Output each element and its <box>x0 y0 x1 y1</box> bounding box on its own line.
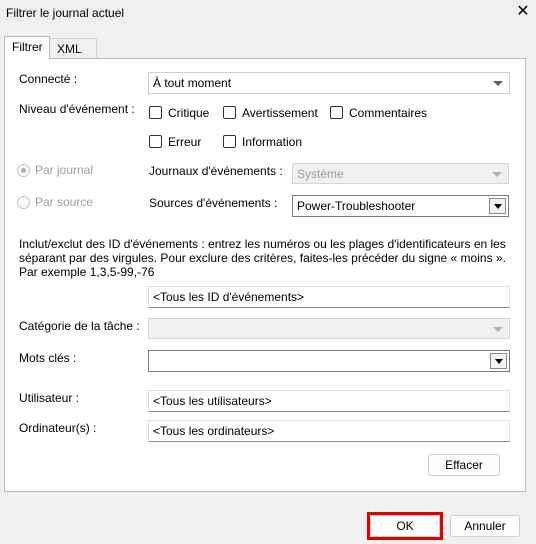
event-id-value: <Tous les ID d'événements> <box>153 290 305 304</box>
close-icon[interactable]: ✕ <box>515 4 531 20</box>
utilisateur-value: <Tous les utilisateurs> <box>153 394 272 408</box>
event-id-input[interactable]: <Tous les ID d'événements> <box>148 286 510 308</box>
annuler-button[interactable]: Annuler <box>450 515 520 537</box>
connecte-dropdown[interactable]: À tout moment <box>148 72 510 94</box>
commentaires-label: Commentaires <box>349 106 428 120</box>
ordinateur-value: <Tous les ordinateurs> <box>153 424 275 438</box>
ok-button-highlight <box>367 512 443 540</box>
chevron-down-icon <box>493 81 503 86</box>
avertissement-label: Avertissement <box>242 106 318 120</box>
critique-label: Critique <box>168 106 210 120</box>
categorie-label: Catégorie de la tâche : <box>19 319 140 333</box>
chevron-down-icon[interactable] <box>489 198 506 214</box>
utilisateur-input[interactable]: <Tous les utilisateurs> <box>148 390 510 412</box>
tab-xml[interactable]: XML <box>50 38 97 59</box>
event-id-description: Inclut/exclut des ID d'événements : entr… <box>19 237 506 279</box>
critique-checkbox[interactable] <box>149 106 162 119</box>
sources-label: Sources d'événements : <box>149 196 278 210</box>
par-journal-label: Par journal <box>35 163 94 177</box>
information-checkbox[interactable] <box>223 135 236 148</box>
par-source-radio[interactable] <box>17 196 30 209</box>
par-journal-radio[interactable] <box>17 164 30 177</box>
journaux-value: Système <box>297 166 344 181</box>
effacer-button[interactable]: Effacer <box>428 454 500 476</box>
erreur-label: Erreur <box>168 135 202 149</box>
sources-value: Power-Troubleshooter <box>297 199 416 213</box>
commentaires-checkbox[interactable] <box>330 106 343 119</box>
utilisateur-label: Utilisateur : <box>19 391 80 405</box>
journaux-dropdown[interactable]: Système <box>292 163 509 184</box>
sources-dropdown[interactable]: Power-Troubleshooter <box>292 195 509 217</box>
window-title: Filtrer le journal actuel <box>6 6 125 20</box>
par-source-label: Par source <box>35 195 94 209</box>
ordinateur-label: Ordinateur(s) : <box>19 421 97 435</box>
mots-cles-label: Mots clés : <box>19 351 77 365</box>
avertissement-checkbox[interactable] <box>223 106 236 119</box>
erreur-checkbox[interactable] <box>149 135 162 148</box>
connecte-value: À tout moment <box>153 76 232 90</box>
ordinateur-input[interactable]: <Tous les ordinateurs> <box>148 420 510 442</box>
tab-filtrer[interactable]: Filtrer <box>4 36 50 59</box>
mots-cles-dropdown[interactable] <box>148 350 510 372</box>
journaux-label: Journaux d'événements : <box>149 164 283 178</box>
niveau-label: Niveau d'événement : <box>19 102 135 116</box>
chevron-down-icon <box>492 171 502 177</box>
information-label: Information <box>242 135 303 149</box>
categorie-dropdown[interactable] <box>148 318 510 339</box>
chevron-down-icon <box>493 326 503 332</box>
chevron-down-icon[interactable] <box>490 353 507 369</box>
connecte-label: Connecté : <box>19 72 78 86</box>
